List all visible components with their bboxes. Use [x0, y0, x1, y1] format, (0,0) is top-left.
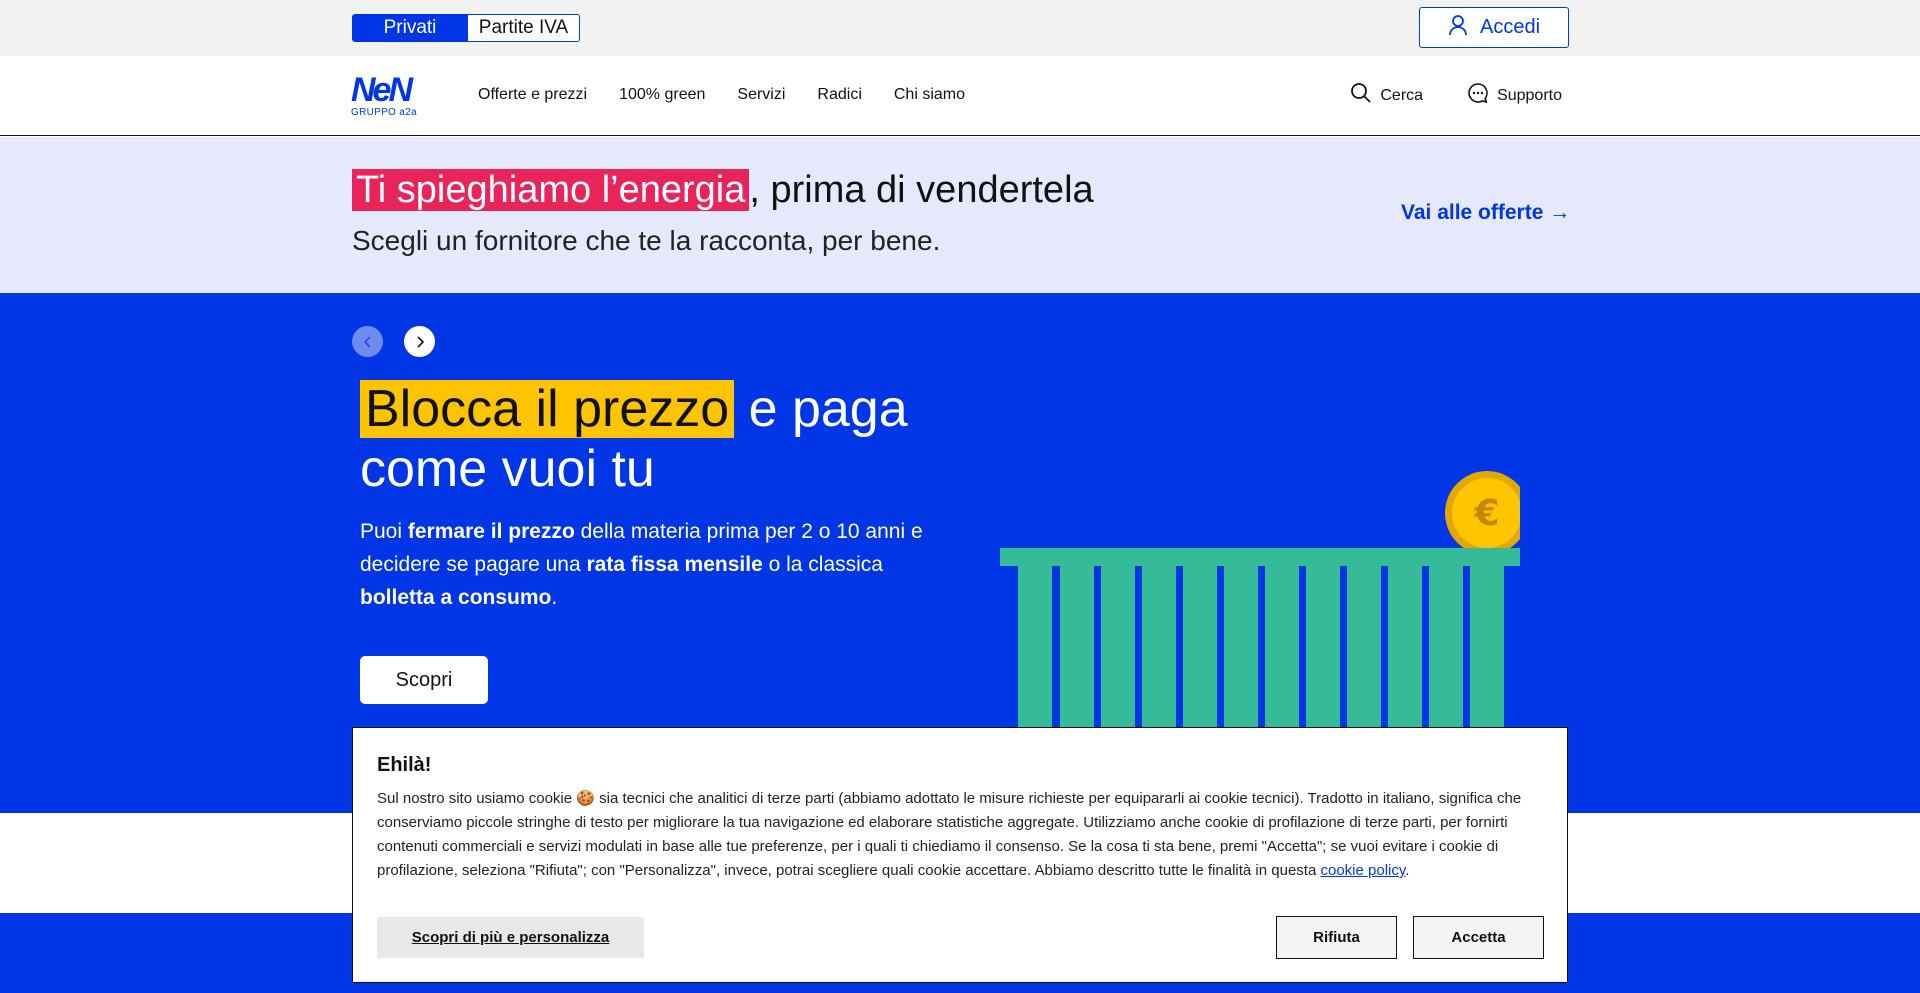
carousel-next-button[interactable]	[404, 326, 435, 357]
login-button[interactable]: Accedi	[1419, 7, 1569, 48]
hero-title-highlight: Blocca il prezzo	[360, 380, 735, 438]
nav-item-offerte[interactable]: Offerte e prezzi	[478, 86, 587, 104]
hero-description: Puoi fermare il prezzo della materia pri…	[360, 515, 960, 614]
promo-subtitle: Scegli un fornitore che te la racconta, …	[352, 225, 941, 256]
cookie-text: Sul nostro sito usiamo cookie 🍪 sia tecn…	[377, 787, 1545, 883]
hero-desc-text-1: Puoi	[360, 520, 408, 543]
hero-desc-bold-3: bolletta a consumo	[360, 586, 552, 609]
search-icon	[1350, 82, 1372, 109]
promo-title-rest: , prima di vendertela	[749, 169, 1094, 211]
main-nav: NeN GRUPPO a2a Offerte e prezzi 100% gre…	[0, 56, 1920, 136]
user-icon	[1448, 14, 1468, 42]
hero-title: Blocca il prezzo e paga come vuoi tu	[360, 379, 960, 499]
login-label: Accedi	[1479, 16, 1541, 38]
nav-item-green[interactable]: 100% green	[619, 86, 705, 104]
nav-tools: Cerca Supporto	[1350, 82, 1562, 109]
railing-top	[1000, 548, 1520, 566]
hero-desc-text-4: .	[551, 586, 558, 609]
arrow-right-icon: →	[1549, 201, 1571, 224]
promo-banner: Ti spieghiamo l’energia, prima di vender…	[0, 137, 1920, 293]
cookie-banner: Ehilà! Sul nostro sito usiamo cookie 🍪 s…	[352, 727, 1568, 983]
customize-button[interactable]: Scopri di più e personalizza	[377, 917, 644, 958]
refuse-button[interactable]: Rifiuta	[1276, 916, 1397, 959]
hero-desc-bold-1: fermare il prezzo	[407, 520, 575, 543]
cookie-title: Ehilà!	[377, 754, 432, 776]
promo-title-highlight: Ti spieghiamo l’energia	[352, 169, 750, 211]
offers-link[interactable]: Vai alle offerte →	[1401, 201, 1570, 225]
nav-menu: Offerte e prezzi 100% green Servizi Radi…	[478, 86, 965, 104]
accept-button[interactable]: Accetta	[1413, 916, 1544, 959]
tab-partite-iva[interactable]: Partite IVA	[467, 15, 579, 41]
chat-icon	[1467, 82, 1489, 109]
offers-link-label: Vai alle offerte	[1401, 201, 1544, 224]
tab-privati[interactable]: Privati	[353, 15, 467, 41]
nav-item-servizi[interactable]: Servizi	[737, 86, 785, 104]
search-label: Cerca	[1380, 86, 1424, 104]
top-bar: Privati Partite IVA Accedi	[0, 0, 1920, 56]
cookie-policy-link[interactable]: cookie policy	[1320, 862, 1405, 879]
search-button[interactable]: Cerca	[1350, 82, 1423, 109]
logo-sub: GRUPPO a2a	[351, 107, 417, 118]
nav-item-radici[interactable]: Radici	[817, 86, 861, 104]
logo[interactable]: NeN GRUPPO a2a	[351, 71, 421, 118]
chevron-right-icon	[416, 335, 424, 348]
euro-symbol: €	[1473, 493, 1499, 534]
support-button[interactable]: Supporto	[1467, 82, 1562, 109]
hero-desc-text-3: o la classica	[762, 553, 883, 576]
carousel-prev-button[interactable]	[352, 326, 383, 357]
support-label: Supporto	[1497, 86, 1562, 104]
chevron-left-icon	[363, 335, 371, 348]
promo-title: Ti spieghiamo l’energia, prima di vender…	[352, 169, 1094, 212]
customer-type-switch: Privati Partite IVA	[352, 14, 580, 42]
cookie-text-end: .	[1405, 862, 1410, 879]
nav-item-chi-siamo[interactable]: Chi siamo	[894, 86, 965, 104]
hero-desc-bold-2: rata fissa mensile	[586, 553, 763, 576]
discover-button[interactable]: Scopri	[360, 656, 488, 704]
logo-mark: NeN	[351, 71, 413, 109]
